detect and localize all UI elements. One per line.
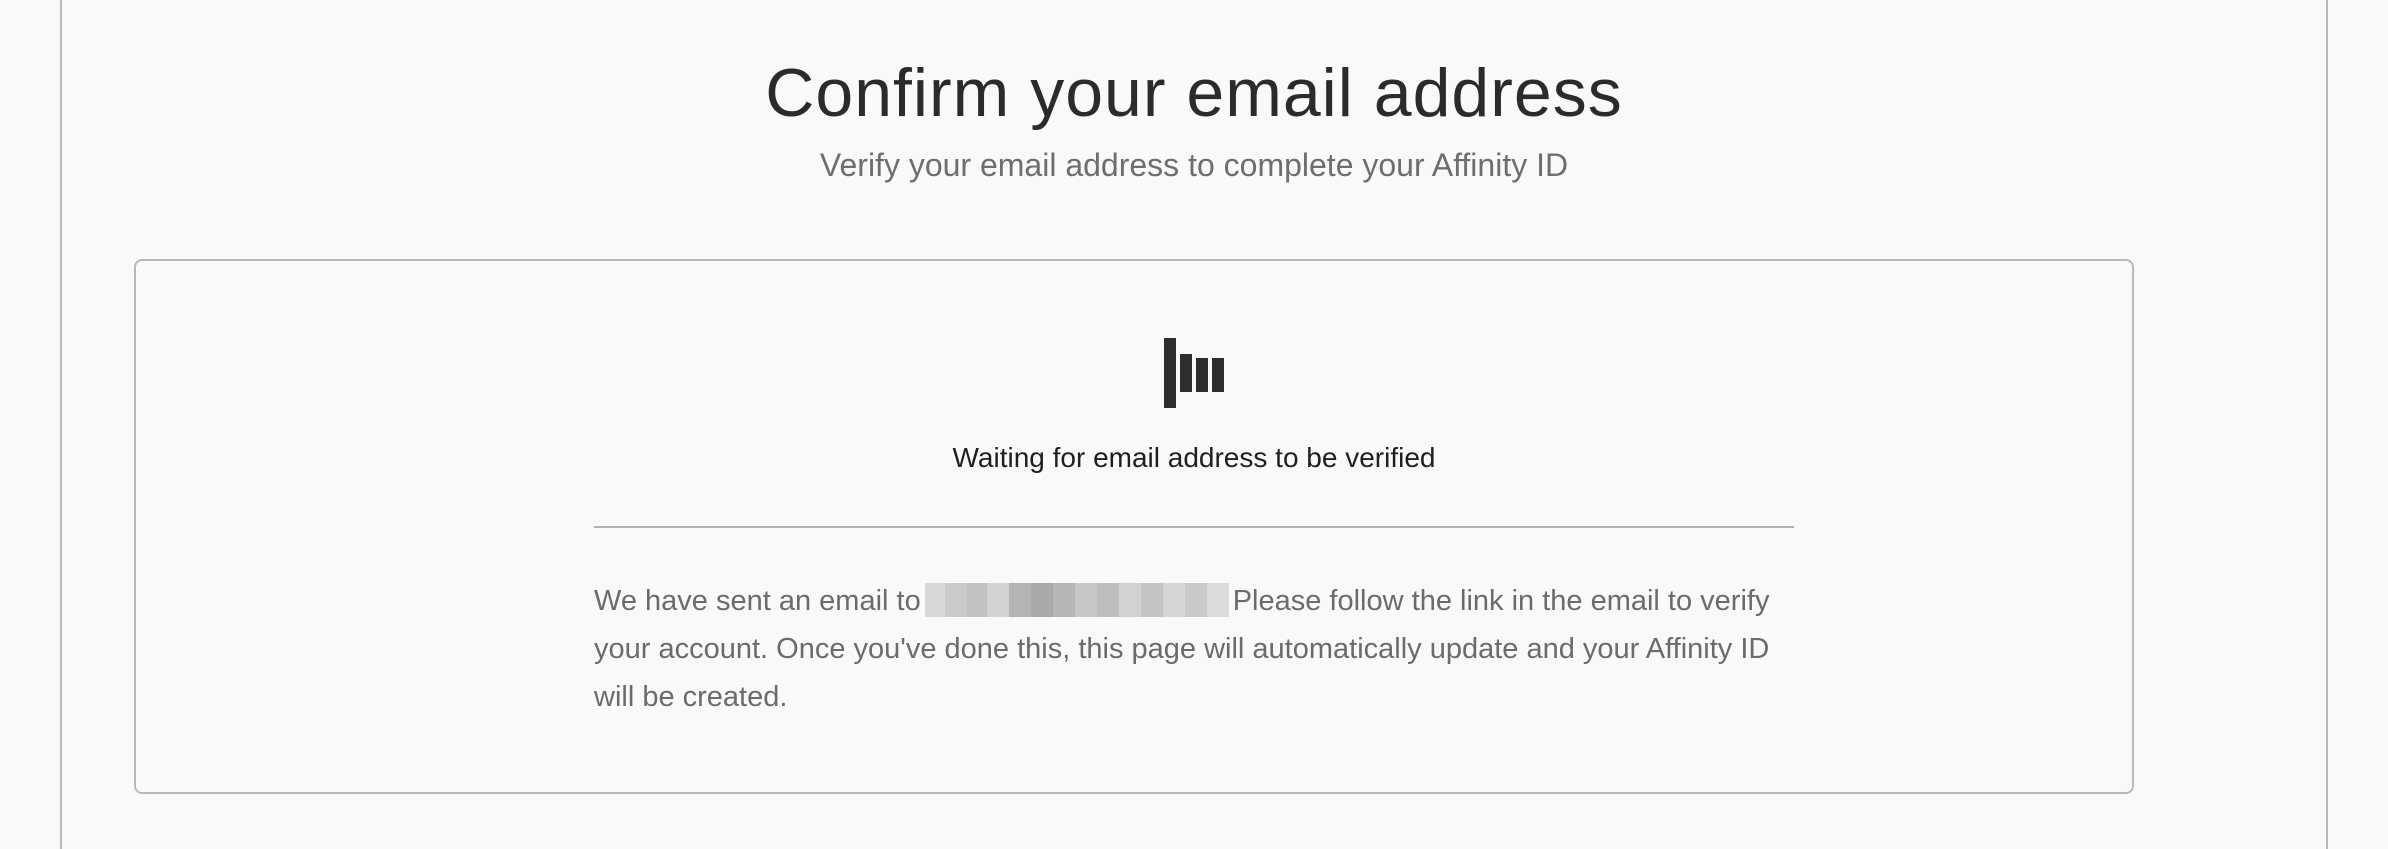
redacted-email-address (924, 583, 1229, 618)
message-before-email: We have sent an email to (594, 585, 921, 617)
page-subtitle: Verify your email address to complete yo… (819, 147, 1569, 183)
verification-message: We have sent an email to Please follow th… (594, 577, 1804, 721)
page-title: Confirm your email address (765, 55, 1623, 131)
loading-bars-icon (1164, 338, 1226, 408)
divider (594, 526, 1794, 528)
verification-status-text: Waiting for email address to be verified (952, 442, 1436, 473)
